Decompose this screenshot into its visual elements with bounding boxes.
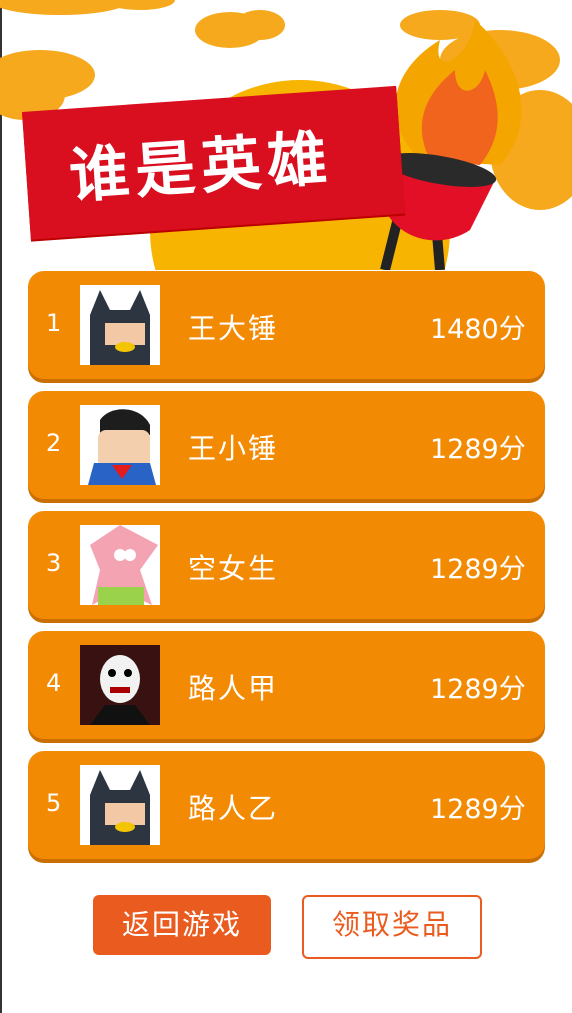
player-score: 1289分: [430, 554, 526, 585]
superman-icon: [80, 405, 160, 485]
list-item[interactable]: 2 王小锤 1289分: [28, 391, 545, 499]
player-name: 路人乙: [188, 792, 279, 825]
list-item[interactable]: 5 路人乙 1289分: [28, 751, 545, 859]
rank-number: 4: [46, 669, 62, 697]
list-item[interactable]: 1 王大锤 1480分: [28, 271, 545, 379]
superman-avatar: [80, 405, 160, 485]
player-score: 1289分: [430, 434, 526, 465]
starfish-icon: [80, 525, 160, 605]
rank-number: 3: [46, 549, 62, 577]
header-illustration: 谁是英雄: [0, 0, 572, 270]
rank-number: 5: [46, 789, 62, 817]
list-item[interactable]: 4 路人甲 1289分: [28, 631, 545, 739]
player-score: 1289分: [430, 674, 526, 705]
batman-avatar: [80, 765, 160, 845]
page-title: 谁是英雄: [66, 123, 336, 212]
jigsaw-avatar: [80, 645, 160, 725]
rank-number: 1: [46, 309, 62, 337]
back-to-game-button[interactable]: 返回游戏: [93, 895, 271, 955]
player-name: 空女生: [188, 552, 279, 585]
claim-prize-button[interactable]: 领取奖品: [302, 895, 482, 959]
jigsaw-icon: [80, 645, 160, 725]
starfish-avatar: [80, 525, 160, 605]
player-score: 1480分: [430, 314, 526, 345]
player-score: 1289分: [430, 794, 526, 825]
batman-icon: [80, 765, 160, 845]
rank-number: 2: [46, 429, 62, 457]
batman-icon: [80, 285, 160, 365]
batman-avatar: [80, 285, 160, 365]
player-name: 王小锤: [188, 432, 279, 465]
list-item[interactable]: 3 空女生 1289分: [28, 511, 545, 619]
player-name: 路人甲: [188, 672, 279, 705]
player-name: 王大锤: [188, 312, 279, 345]
